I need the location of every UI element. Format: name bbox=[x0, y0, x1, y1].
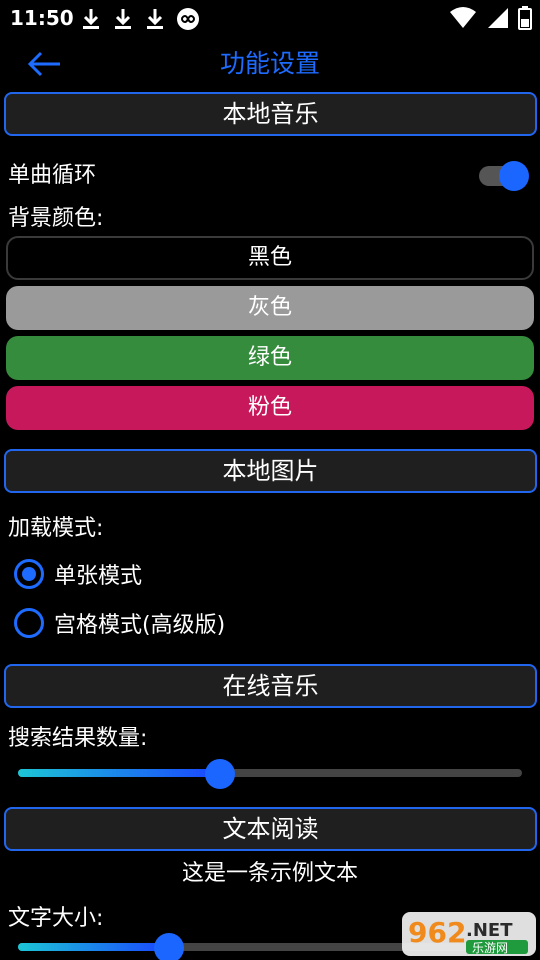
watermark-number: 962 bbox=[408, 916, 466, 949]
radio-grid-mode[interactable]: 宫格模式(高级版) bbox=[14, 605, 225, 641]
slider-thumb[interactable] bbox=[205, 759, 235, 789]
watermark-suffix: .NET bbox=[466, 920, 513, 941]
signal-icon bbox=[488, 8, 508, 28]
radio-label: 宫格模式(高级版) bbox=[54, 613, 226, 638]
notification-icons bbox=[80, 7, 200, 31]
bg-color-label: 背景颜色: bbox=[8, 206, 104, 231]
sample-text: 这是一条示例文本 bbox=[181, 861, 358, 886]
single-loop-label: 单曲循环 bbox=[8, 163, 97, 188]
toggle-thumb bbox=[499, 161, 529, 191]
page-title: 功能设置 bbox=[219, 49, 320, 78]
color-button-gray[interactable]: 灰色 bbox=[6, 286, 534, 330]
color-button-pink[interactable]: 粉色 bbox=[6, 386, 534, 430]
section-header-online-music: 在线音乐 bbox=[4, 664, 537, 708]
slider-fill bbox=[18, 769, 220, 777]
status-time: 11:50 bbox=[10, 6, 74, 30]
battery-icon bbox=[518, 6, 532, 30]
font-size-label: 文字大小: bbox=[8, 906, 104, 931]
radio-single-mode[interactable]: 单张模式 bbox=[14, 556, 142, 592]
slider-fill bbox=[18, 943, 169, 951]
download-icon bbox=[147, 9, 163, 29]
radio-button bbox=[14, 559, 44, 589]
app-bar: 功能设置 bbox=[0, 40, 540, 88]
status-bar: 11:50 bbox=[0, 0, 540, 36]
radio-button bbox=[14, 608, 44, 638]
section-header-local-music: 本地音乐 bbox=[4, 92, 537, 136]
watermark-caption: 乐游网 bbox=[472, 941, 508, 955]
radio-label: 单张模式 bbox=[54, 564, 143, 589]
watermark-logo: 962 .NET 乐游网 bbox=[398, 908, 540, 960]
color-button-black[interactable]: 黑色 bbox=[6, 236, 534, 280]
download-icon bbox=[83, 9, 99, 29]
slider-thumb[interactable] bbox=[154, 933, 184, 960]
wifi-icon bbox=[450, 7, 476, 28]
result-count-slider[interactable] bbox=[18, 757, 522, 789]
download-icon bbox=[115, 9, 131, 29]
infinity-icon bbox=[177, 8, 199, 30]
section-header-local-images: 本地图片 bbox=[4, 449, 537, 493]
result-count-label: 搜索结果数量: bbox=[8, 726, 148, 751]
load-mode-label: 加载模式: bbox=[8, 516, 104, 541]
system-icons bbox=[450, 6, 532, 30]
section-header-text-reading: 文本阅读 bbox=[4, 807, 537, 851]
color-button-green[interactable]: 绿色 bbox=[6, 336, 534, 380]
single-loop-toggle[interactable] bbox=[477, 161, 529, 191]
